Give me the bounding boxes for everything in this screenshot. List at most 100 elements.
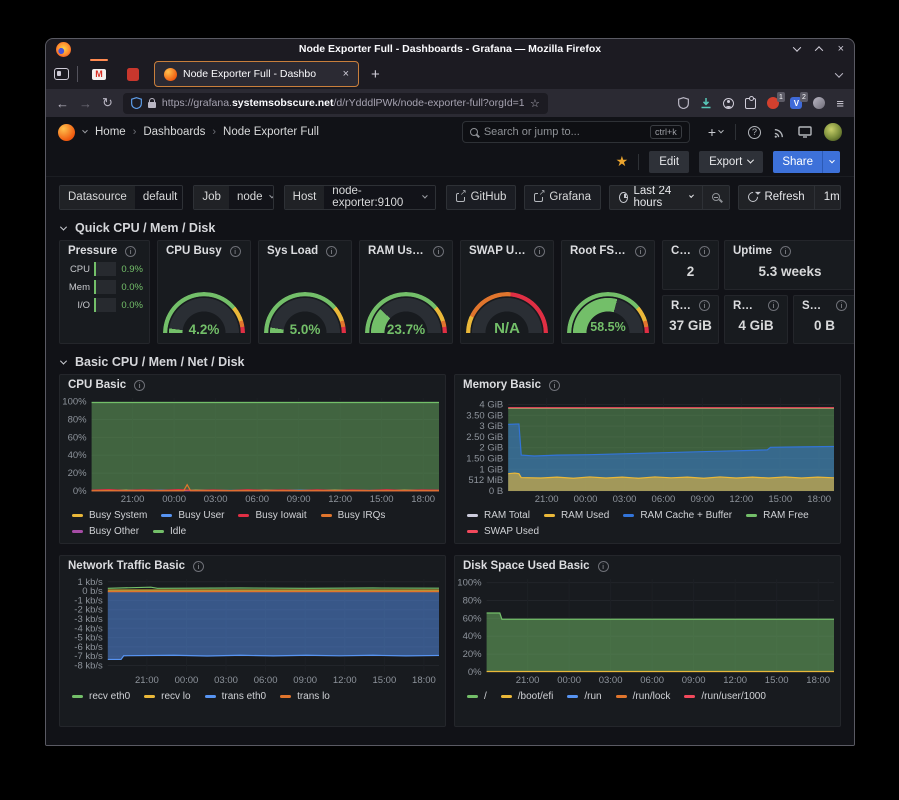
legend-item[interactable]: /run/lock: [616, 691, 671, 702]
info-icon[interactable]: i: [534, 246, 545, 257]
bookmark-star-icon[interactable]: ☆: [530, 97, 540, 110]
panel-title[interactable]: Sys Loadi: [259, 241, 351, 258]
extensions-puzzle-icon[interactable]: [745, 98, 756, 109]
info-icon[interactable]: i: [699, 246, 710, 257]
tab-close-icon[interactable]: ×: [343, 68, 349, 80]
kiosk-monitor-icon[interactable]: [798, 126, 812, 138]
breadcrumb-home[interactable]: Home: [95, 126, 126, 138]
disk-space-chart[interactable]: 0%20%40%60%80%100%21:0000:0003:0006:0009…: [455, 575, 840, 687]
network-traffic-chart[interactable]: 1 kb/s0 b/s-1 kb/s-2 kb/s-3 kb/s-4 kb/s-…: [60, 575, 445, 687]
time-range-button[interactable]: Last 24 hours: [610, 186, 702, 209]
pinned-tab-gmail[interactable]: M: [86, 61, 112, 87]
panel-title[interactable]: CPU Coresi: [663, 241, 718, 258]
datasource-select[interactable]: Datasource default: [59, 185, 183, 210]
reload-button[interactable]: ↻: [102, 95, 113, 111]
legend-item[interactable]: Idle: [153, 526, 186, 537]
legend-item[interactable]: recv lo: [144, 691, 190, 702]
info-icon[interactable]: i: [230, 246, 241, 257]
back-button[interactable]: ←: [56, 96, 69, 111]
legend-item[interactable]: RAM Cache + Buffer: [623, 510, 732, 521]
forward-button[interactable]: →: [79, 96, 92, 111]
info-icon[interactable]: i: [125, 246, 136, 257]
refresh-button[interactable]: Refresh: [739, 186, 813, 209]
panel-title[interactable]: CPU Basici: [60, 375, 445, 392]
extension-gray-icon[interactable]: [813, 97, 825, 109]
pinned-tab-red[interactable]: [120, 61, 146, 87]
url-bar[interactable]: https://grafana.systemsobscure.net/d/rYd…: [123, 93, 548, 114]
legend-item[interactable]: Busy System: [72, 510, 147, 521]
org-chevron-icon[interactable]: [82, 128, 88, 134]
new-button[interactable]: +: [708, 124, 723, 140]
legend-item[interactable]: SWAP Used: [467, 526, 539, 537]
url-text[interactable]: https://grafana.systemsobscure.net/d/rYd…: [162, 97, 524, 109]
info-icon[interactable]: i: [326, 246, 337, 257]
legend-item[interactable]: trans lo: [280, 691, 330, 702]
list-all-tabs-icon[interactable]: [836, 65, 846, 83]
lock-icon[interactable]: [148, 102, 156, 108]
info-icon[interactable]: i: [699, 300, 710, 311]
info-icon[interactable]: i: [193, 561, 204, 572]
extension-blue-icon[interactable]: V2: [790, 97, 802, 109]
panel-title[interactable]: SWAP Usedi: [461, 241, 553, 258]
job-select[interactable]: Job node: [193, 185, 273, 210]
panel-title[interactable]: RootFS Totali: [663, 296, 718, 313]
panel-title[interactable]: RAM Usedi: [360, 241, 452, 258]
panel-title[interactable]: Root FS Usedi: [562, 241, 654, 258]
legend-item[interactable]: Busy IRQs: [321, 510, 386, 521]
legend-item[interactable]: RAM Total: [467, 510, 530, 521]
maximize-icon[interactable]: [814, 46, 822, 54]
user-avatar[interactable]: [824, 123, 842, 141]
account-icon[interactable]: [723, 98, 734, 109]
share-button[interactable]: Share: [773, 151, 822, 173]
legend-item[interactable]: trans eth0: [205, 691, 266, 702]
zoom-out-button[interactable]: [702, 186, 729, 209]
panel-title[interactable]: Disk Space Used Basici: [455, 556, 840, 573]
panel-title[interactable]: RAM Totali: [725, 296, 787, 313]
cpu-basic-chart[interactable]: 0%20%40%60%80%100%21:0000:0003:0006:0009…: [60, 394, 445, 506]
export-button[interactable]: Export: [699, 151, 763, 173]
legend-item[interactable]: /boot/efi: [501, 691, 554, 702]
info-icon[interactable]: i: [635, 246, 646, 257]
panel-title[interactable]: Pressurei: [60, 241, 149, 258]
share-dropdown-button[interactable]: [822, 151, 840, 173]
breadcrumb-dashboards[interactable]: Dashboards: [143, 126, 205, 138]
panel-title[interactable]: CPU Busyi: [158, 241, 250, 258]
tracking-shield-icon[interactable]: [131, 97, 142, 109]
minimize-icon[interactable]: [792, 43, 800, 51]
panel-title[interactable]: Uptimei: [725, 241, 854, 258]
firefox-view-icon[interactable]: [54, 68, 69, 80]
section-basic-cpu-mem-net-disk[interactable]: Basic CPU / Mem / Net / Disk: [61, 355, 841, 369]
menu-hamburger-icon[interactable]: ≡: [836, 96, 844, 111]
memory-basic-chart[interactable]: 0 B512 MiB1 GiB1.50 GiB2 GiB2.50 GiB3 Gi…: [455, 394, 840, 506]
info-icon[interactable]: i: [134, 380, 145, 391]
panel-title[interactable]: Memory Basici: [455, 375, 840, 392]
edit-button[interactable]: Edit: [649, 151, 689, 173]
legend-item[interactable]: /run: [567, 691, 601, 702]
legend-item[interactable]: recv eth0: [72, 691, 130, 702]
legend-item[interactable]: Busy Other: [72, 526, 139, 537]
downloads-icon[interactable]: [700, 97, 712, 109]
panel-title[interactable]: SWAP Totali: [794, 296, 854, 313]
panel-title[interactable]: Network Traffic Basici: [60, 556, 445, 573]
pocket-shield-icon[interactable]: [678, 97, 689, 109]
close-window-icon[interactable]: ×: [838, 44, 844, 55]
info-icon[interactable]: i: [768, 300, 779, 311]
news-rss-icon[interactable]: [773, 126, 786, 139]
legend-item[interactable]: Busy Iowait: [238, 510, 306, 521]
help-icon[interactable]: ?: [748, 126, 761, 139]
host-select[interactable]: Host node-exporter:9100: [284, 185, 436, 210]
search-input[interactable]: Search or jump to... ctrl+k: [462, 121, 690, 143]
legend-item[interactable]: RAM Free: [746, 510, 809, 521]
favorite-star-icon[interactable]: ★: [616, 153, 629, 170]
info-icon[interactable]: i: [433, 246, 444, 257]
legend-item[interactable]: Busy User: [161, 510, 224, 521]
info-icon[interactable]: i: [549, 380, 560, 391]
grafana-logo-icon[interactable]: [58, 124, 75, 141]
new-tab-button[interactable]: +: [367, 66, 384, 83]
active-tab[interactable]: Node Exporter Full - Dashbo ×: [154, 61, 359, 87]
extension-red-icon[interactable]: 1: [767, 97, 779, 109]
legend-item[interactable]: RAM Used: [544, 510, 609, 521]
grafana-link-button[interactable]: Grafana: [524, 185, 601, 210]
section-quick-cpu-mem-disk[interactable]: Quick CPU / Mem / Disk: [61, 221, 841, 235]
github-link-button[interactable]: GitHub: [446, 185, 517, 210]
